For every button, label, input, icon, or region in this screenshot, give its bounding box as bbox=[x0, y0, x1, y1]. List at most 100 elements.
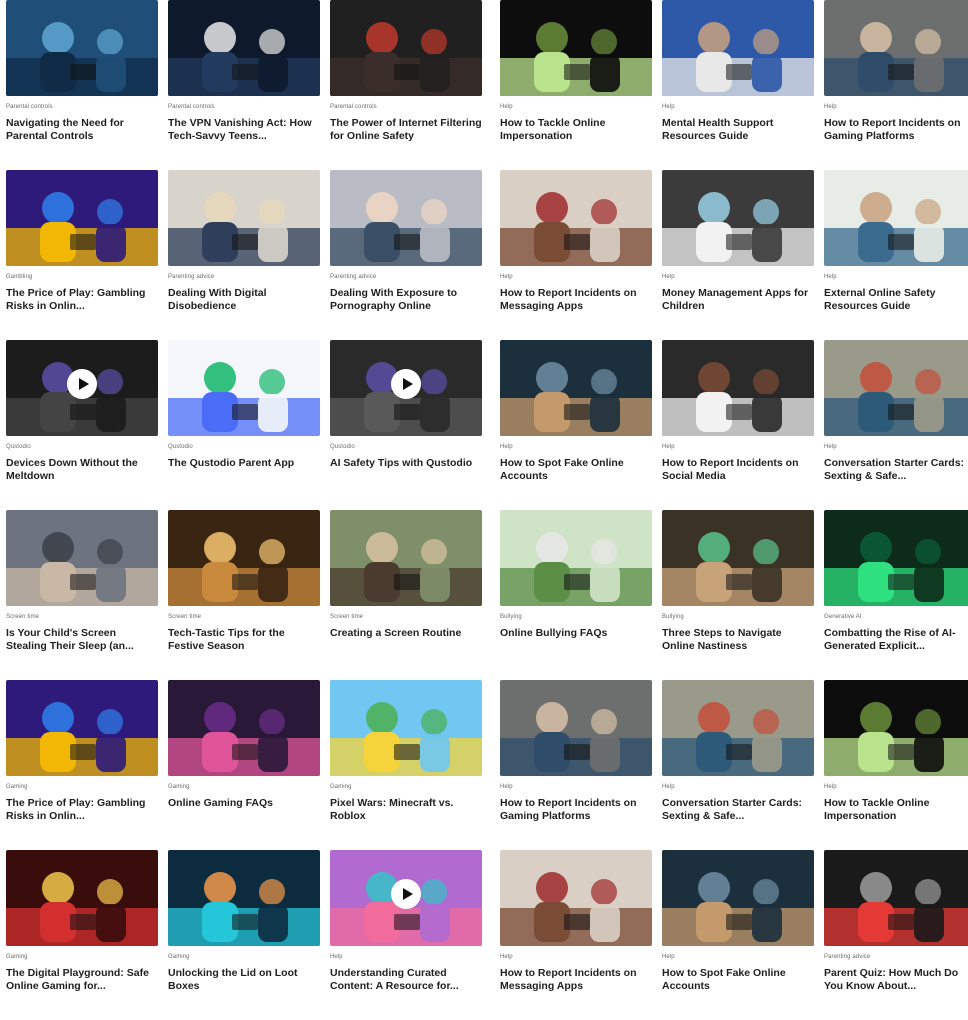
article-card[interactable]: Gaming Unlocking the Lid on Loot Boxes bbox=[168, 850, 320, 1020]
article-title[interactable]: How to Report Incidents on Gaming Platfo… bbox=[824, 117, 968, 143]
dashboard-screen-icon[interactable] bbox=[168, 340, 320, 436]
loot-box-icon[interactable] bbox=[6, 170, 158, 266]
article-card[interactable]: Bullying Online Bullying FAQs bbox=[500, 510, 652, 680]
couple-phone-icon[interactable] bbox=[824, 340, 968, 436]
article-title[interactable]: Creating a Screen Routine bbox=[330, 627, 482, 640]
piggy-bank-icon[interactable] bbox=[662, 170, 814, 266]
boy-phone-icon[interactable] bbox=[824, 170, 968, 266]
article-card[interactable]: Qustodio Devices Down Without the Meltdow… bbox=[6, 340, 158, 510]
article-card[interactable]: Help Understanding Curated Content: A Res… bbox=[330, 850, 482, 1020]
article-title[interactable]: Online Bullying FAQs bbox=[500, 627, 652, 640]
teens-sofa-icon[interactable] bbox=[500, 680, 652, 776]
festive-tablet-icon[interactable] bbox=[168, 510, 320, 606]
article-card[interactable]: Qustodio AI Safety Tips with Qustodio bbox=[330, 340, 482, 510]
article-title[interactable]: How to Spot Fake Online Accounts bbox=[662, 967, 814, 993]
article-card[interactable]: Parental controls Navigating the Need for… bbox=[6, 0, 158, 170]
crying-girl-icon[interactable] bbox=[662, 510, 814, 606]
gamer-group-icon[interactable] bbox=[6, 850, 158, 946]
curating-video-icon[interactable] bbox=[330, 850, 482, 946]
article-card[interactable]: Parenting advice Dealing With Digital Dis… bbox=[168, 170, 320, 340]
article-card[interactable]: Help How to Report Incidents on Messaging… bbox=[500, 170, 652, 340]
article-title[interactable]: External Online Safety Resources Guide bbox=[824, 287, 968, 313]
article-title[interactable]: Tech-Tastic Tips for the Festive Season bbox=[168, 627, 320, 653]
article-title[interactable]: How to Report Incidents on Messaging App… bbox=[500, 967, 652, 993]
article-card[interactable]: Help How to Tackle Online Impersonation bbox=[500, 0, 652, 170]
article-card[interactable]: Qustodio The Qustodio Parent App bbox=[168, 340, 320, 510]
article-card[interactable]: Help Mental Health Support Resources Guid… bbox=[662, 0, 814, 170]
article-card[interactable]: Help How to Report Incidents on Social Me… bbox=[662, 340, 814, 510]
article-title[interactable]: The Price of Play: Gambling Risks in Onl… bbox=[6, 287, 158, 313]
article-title[interactable]: The Power of Internet Filtering for Onli… bbox=[330, 117, 482, 143]
worried-mother-icon[interactable] bbox=[500, 170, 652, 266]
article-card[interactable]: Bullying Three Steps to Navigate Online N… bbox=[662, 510, 814, 680]
girls-phone-icon[interactable] bbox=[662, 340, 814, 436]
article-title[interactable]: Devices Down Without the Meltdown bbox=[6, 457, 158, 483]
article-title[interactable]: How to Report Incidents on Social Media bbox=[662, 457, 814, 483]
worried-mother-icon[interactable] bbox=[500, 850, 652, 946]
article-title[interactable]: Is Your Child's Screen Stealing Their Sl… bbox=[6, 627, 158, 653]
article-title[interactable]: Conversation Starter Cards: Sexting & Sa… bbox=[662, 797, 814, 823]
pixel-win-icon[interactable] bbox=[330, 680, 482, 776]
play-icon[interactable] bbox=[67, 369, 97, 400]
paper-bag-head-icon[interactable] bbox=[500, 340, 652, 436]
gamer-headphones-icon[interactable] bbox=[168, 170, 320, 266]
article-title[interactable]: How to Tackle Online Impersonation bbox=[500, 117, 652, 143]
article-title[interactable]: How to Report Incidents on Messaging App… bbox=[500, 287, 652, 313]
vpn-lock-icon[interactable] bbox=[168, 0, 320, 96]
article-title[interactable]: AI Safety Tips with Qustodio bbox=[330, 457, 482, 470]
article-card[interactable]: Parenting advice Dealing With Exposure to… bbox=[330, 170, 482, 340]
article-title[interactable]: Online Gaming FAQs bbox=[168, 797, 320, 810]
article-title[interactable]: Mental Health Support Resources Guide bbox=[662, 117, 814, 143]
video-play-icon[interactable] bbox=[6, 340, 158, 436]
article-card[interactable]: Help How to Tackle Online Impersonation bbox=[824, 680, 968, 850]
article-title[interactable]: Money Management Apps for Children bbox=[662, 287, 814, 313]
article-card[interactable]: Help Conversation Starter Cards: Sexting … bbox=[824, 340, 968, 510]
article-card[interactable]: Gaming The Price of Play: Gambling Risks … bbox=[6, 680, 158, 850]
article-card[interactable]: Help How to Spot Fake Online Accounts bbox=[500, 340, 652, 510]
play-icon[interactable] bbox=[391, 879, 421, 910]
article-title[interactable]: The Qustodio Parent App bbox=[168, 457, 320, 470]
hooded-laptop-icon[interactable] bbox=[824, 680, 968, 776]
loot-box-icon[interactable] bbox=[6, 680, 158, 776]
article-card[interactable]: Screen time Tech-Tastic Tips for the Fest… bbox=[168, 510, 320, 680]
article-title[interactable]: Three Steps to Navigate Online Nastiness bbox=[662, 627, 814, 653]
couple-phone-icon[interactable] bbox=[662, 680, 814, 776]
article-title[interactable]: How to Tackle Online Impersonation bbox=[824, 797, 968, 823]
treasure-chest-icon[interactable] bbox=[168, 850, 320, 946]
article-card[interactable]: Parenting advice Parent Quiz: How Much Do… bbox=[824, 850, 968, 1020]
article-card[interactable]: Help How to Report Incidents on Gaming Pl… bbox=[500, 680, 652, 850]
article-title[interactable]: Unlocking the Lid on Loot Boxes bbox=[168, 967, 320, 993]
article-card[interactable]: Parental controls The Power of Internet F… bbox=[330, 0, 482, 170]
article-title[interactable]: Understanding Curated Content: A Resourc… bbox=[330, 967, 482, 993]
article-card[interactable]: Help How to Spot Fake Online Accounts bbox=[662, 850, 814, 1020]
article-card[interactable]: Help How to Report Incidents on Gaming Pl… bbox=[824, 0, 968, 170]
play-icon[interactable] bbox=[391, 369, 421, 400]
article-card[interactable]: Parental controls The VPN Vanishing Act: … bbox=[168, 0, 320, 170]
article-card[interactable]: Screen time Is Your Child's Screen Steali… bbox=[6, 510, 158, 680]
article-title[interactable]: How to Report Incidents on Gaming Platfo… bbox=[500, 797, 652, 823]
gamer-neon-icon[interactable] bbox=[168, 680, 320, 776]
article-title[interactable]: The VPN Vanishing Act: How Tech-Savvy Te… bbox=[168, 117, 320, 143]
article-title[interactable]: Pixel Wars: Minecraft vs. Roblox bbox=[330, 797, 482, 823]
article-title[interactable]: Parent Quiz: How Much Do You Know About.… bbox=[824, 967, 968, 993]
article-title[interactable]: Conversation Starter Cards: Sexting & Sa… bbox=[824, 457, 968, 483]
article-title[interactable]: How to Spot Fake Online Accounts bbox=[500, 457, 652, 483]
article-card[interactable]: Generative AI Combatting the Rise of AI-G… bbox=[824, 510, 968, 680]
ai-face-icon[interactable] bbox=[824, 510, 968, 606]
article-title[interactable]: The Digital Playground: Safe Online Gami… bbox=[6, 967, 158, 993]
sleeping-child-icon[interactable] bbox=[6, 510, 158, 606]
article-title[interactable]: Navigating the Need for Parental Control… bbox=[6, 117, 158, 143]
teens-sofa-icon[interactable] bbox=[824, 0, 968, 96]
article-card[interactable]: Help Money Management Apps for Children bbox=[662, 170, 814, 340]
article-card[interactable]: Help Conversation Starter Cards: Sexting … bbox=[662, 680, 814, 850]
paper-bag-head-icon[interactable] bbox=[662, 850, 814, 946]
phone-hands-icon[interactable] bbox=[330, 0, 482, 96]
hooded-laptop-icon[interactable] bbox=[500, 0, 652, 96]
shield-family-icon[interactable] bbox=[6, 0, 158, 96]
article-card[interactable]: Help How to Report Incidents on Messaging… bbox=[500, 850, 652, 1020]
article-title[interactable]: Combatting the Rise of AI-Generated Expl… bbox=[824, 627, 968, 653]
article-card[interactable]: Screen time Creating a Screen Routine bbox=[330, 510, 482, 680]
article-title[interactable]: Dealing With Digital Disobedience bbox=[168, 287, 320, 313]
article-title[interactable]: Dealing With Exposure to Pornography Onl… bbox=[330, 287, 482, 313]
heart-phone-icon[interactable] bbox=[824, 850, 968, 946]
